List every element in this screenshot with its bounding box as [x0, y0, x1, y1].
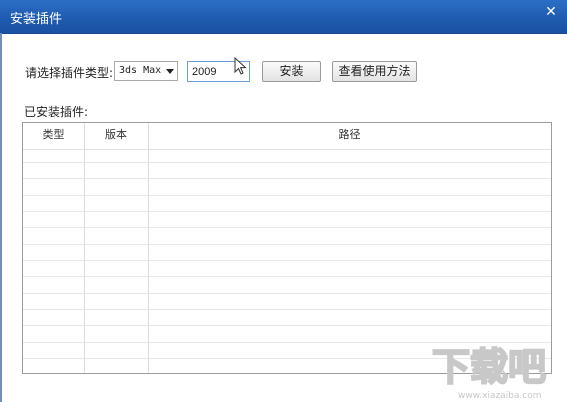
table-row[interactable]: [23, 325, 551, 326]
svg-text:www.xiazaiba.com: www.xiazaiba.com: [458, 391, 542, 401]
table-row[interactable]: [23, 227, 551, 228]
svg-text:下载吧: 下载吧: [432, 345, 546, 389]
table-row[interactable]: [23, 309, 551, 310]
table-row[interactable]: [23, 244, 551, 245]
column-header-version[interactable]: 版本: [84, 123, 148, 149]
installed-plugins-table[interactable]: 类型 版本 路径: [22, 122, 552, 374]
table-row[interactable]: [23, 178, 551, 179]
table-row[interactable]: [23, 211, 551, 212]
column-header-type[interactable]: 类型: [23, 123, 84, 149]
installed-plugins-label: 已安装插件:: [24, 105, 89, 119]
window-title: 安装插件: [10, 12, 63, 27]
view-usage-button[interactable]: 查看使用方法: [332, 61, 417, 82]
title-bar: 安装插件 ✕: [0, 0, 567, 34]
window-left-edge: [0, 33, 2, 402]
column-divider: [84, 123, 85, 373]
close-icon[interactable]: ✕: [543, 4, 559, 20]
table-row[interactable]: [23, 195, 551, 196]
plugin-type-label: 请选择插件类型:: [25, 66, 114, 80]
column-divider: [148, 123, 149, 373]
plugin-type-select[interactable]: 3ds Max: [114, 61, 178, 81]
table-row[interactable]: [23, 162, 551, 163]
plugin-type-value: 3ds Max: [119, 65, 162, 76]
mouse-cursor-icon: [234, 57, 247, 75]
chevron-down-icon: [166, 69, 174, 74]
column-header-path[interactable]: 路径: [148, 123, 551, 149]
table-header: 类型 版本 路径: [23, 123, 551, 150]
table-row[interactable]: [23, 276, 551, 277]
watermark-logo: 下载吧 www.xiazaiba.com: [431, 344, 547, 401]
table-row[interactable]: [23, 260, 551, 261]
table-row[interactable]: [23, 293, 551, 294]
install-button[interactable]: 安装: [262, 61, 321, 82]
